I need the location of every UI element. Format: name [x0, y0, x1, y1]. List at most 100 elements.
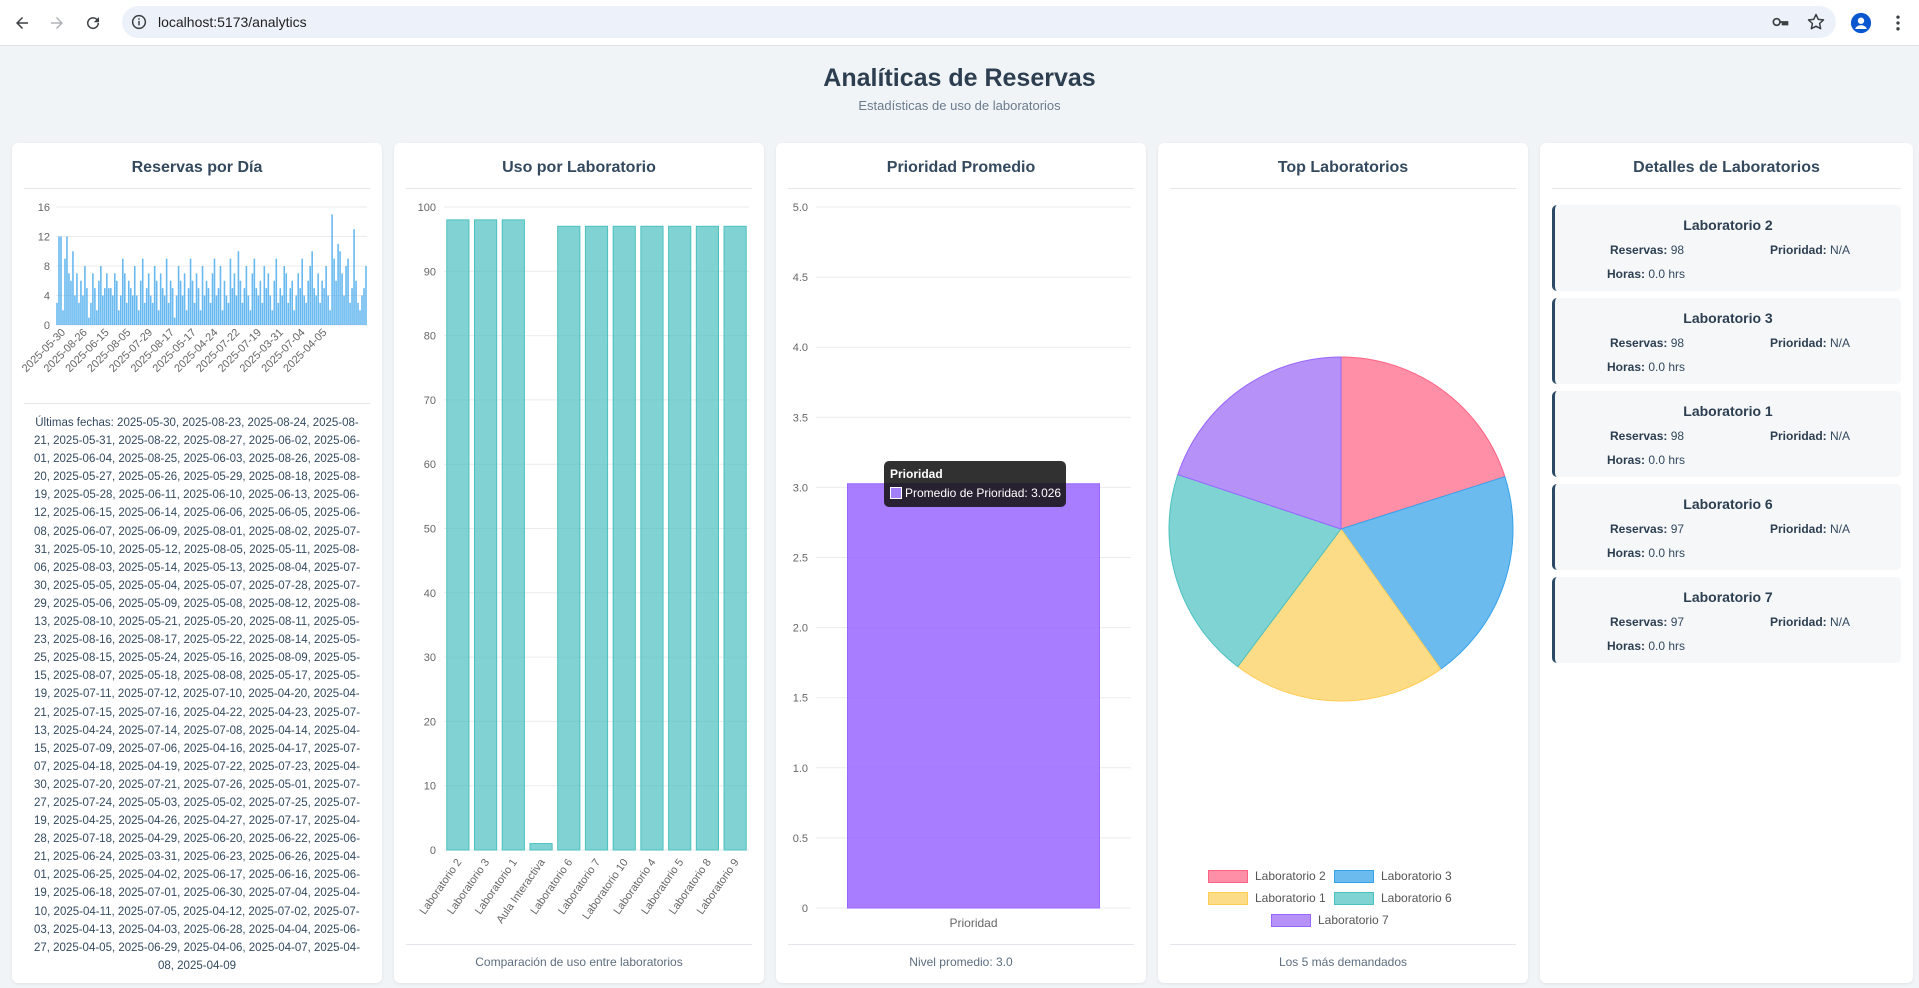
legend-swatch: [1334, 892, 1374, 905]
daily-bar: [155, 280, 158, 325]
daily-bar: [317, 273, 319, 325]
lab-usage-bar: [501, 219, 525, 851]
reservas-label: Reservas:: [1610, 429, 1668, 443]
daily-bar: [253, 258, 256, 325]
daily-bar: [359, 310, 361, 325]
daily-bar: [68, 273, 70, 325]
legend-label[interactable]: Laboratorio 1: [1255, 891, 1326, 905]
daily-bar: [179, 280, 182, 325]
legend-swatch: [1334, 870, 1374, 883]
daily-bar: [76, 273, 78, 325]
daily-bar: [191, 280, 194, 325]
daily-bar: [275, 258, 278, 325]
daily-bar: [349, 302, 351, 325]
address-bar[interactable]: localhost:5173/analytics: [122, 6, 1836, 38]
daily-bar: [297, 273, 300, 325]
lab-detail-item: Laboratorio 3 Reservas: 98 Prioridad: N/A H…: [1552, 298, 1901, 384]
daily-bar: [64, 258, 66, 325]
daily-bar: [60, 236, 62, 325]
y-tick-label: 80: [424, 331, 436, 343]
bookmark-star-icon[interactable]: [1806, 12, 1826, 32]
prioridad-value: N/A: [1830, 243, 1851, 257]
browser-toolbar: localhost:5173/analytics: [0, 0, 1919, 46]
daily-bar: [119, 295, 122, 325]
daily-bar: [201, 266, 204, 325]
daily-bar: [249, 310, 252, 325]
daily-bar: [225, 295, 228, 325]
lab-name: Laboratorio 2: [1683, 217, 1773, 233]
lab-usage-bar: [529, 843, 553, 851]
daily-bar: [231, 288, 234, 325]
daily-reservations-chart: 04812162025-05-302025-08-262025-06-15202…: [20, 202, 367, 375]
chart-tooltip: Prioridad Promedio de Prioridad: 3.026: [884, 461, 1066, 507]
daily-bar: [157, 310, 160, 325]
legend-label[interactable]: Laboratorio 7: [1318, 913, 1389, 927]
daily-bar: [181, 295, 184, 325]
daily-reservations-card: Reservas por Día 0 4 8 12 16 2025-05-30 2025-0…: [12, 143, 382, 983]
reservas-row: Reservas: 98: [1610, 336, 1684, 350]
priority-card: Prioridad Promedio 0 0.5 1.0 1.5 2.0 2.5 3.0 3.…: [776, 143, 1146, 983]
daily-bar: [102, 295, 104, 325]
forward-icon[interactable]: [45, 11, 69, 35]
daily-bar: [223, 280, 226, 325]
profile-avatar-icon[interactable]: [1848, 10, 1874, 36]
daily-bar: [135, 295, 138, 325]
top-labs-pie-chart: [1168, 356, 1514, 702]
legend-swatch: [1271, 914, 1311, 927]
daily-bar: [285, 273, 288, 325]
daily-bar: [205, 280, 208, 325]
daily-bar: [175, 295, 178, 325]
password-key-icon[interactable]: [1770, 12, 1790, 32]
lab-usage-bar: [668, 225, 692, 851]
daily-bar: [96, 310, 98, 325]
menu-kebab-icon[interactable]: [1885, 10, 1911, 36]
daily-bar: [169, 280, 172, 325]
page-title: Analíticas de Reservas: [823, 64, 1096, 92]
daily-bar: [235, 295, 238, 325]
back-icon[interactable]: [10, 11, 34, 35]
card-footer: Comparación de uso entre laboratorios: [406, 944, 752, 969]
daily-bar: [363, 288, 365, 325]
daily-bar: [239, 280, 242, 325]
y-tick-label: 40: [424, 588, 436, 600]
daily-bar: [72, 251, 74, 325]
daily-bar: [301, 258, 304, 325]
y-tick-label: 50: [424, 524, 436, 536]
horas-row: Horas: 0.0 hrs: [1607, 453, 1685, 467]
horas-row: Horas: 0.0 hrs: [1607, 546, 1685, 560]
priority-chart: 0 0.5 1.0 1.5 2.0 2.5 3.0 3.5 4.0 4.5 5.0 Prioridad: [793, 202, 1131, 930]
daily-bar: [114, 273, 116, 325]
daily-bar: [237, 251, 240, 325]
horas-label: Horas:: [1607, 453, 1646, 467]
daily-bar: [116, 280, 118, 325]
daily-bar: [351, 288, 353, 325]
daily-bar: [247, 295, 250, 325]
daily-bar: [173, 317, 176, 325]
site-info-icon[interactable]: [130, 13, 148, 31]
lab-usage-card: Uso por Laboratorio 0 10 20 30 40 50 60 70 80 90 1…: [394, 143, 764, 983]
daily-bar: [241, 302, 244, 325]
daily-bar: [183, 273, 186, 325]
daily-bar: [215, 295, 218, 325]
legend-label[interactable]: Laboratorio 3: [1381, 869, 1452, 883]
reservas-label: Reservas:: [1610, 615, 1668, 629]
daily-bar: [325, 266, 327, 325]
reservas-row: Reservas: 98: [1610, 429, 1684, 443]
daily-bar: [283, 266, 286, 325]
lab-detail-item: Laboratorio 2 Reservas: 98 Prioridad: N/A H…: [1552, 205, 1901, 291]
y-tick-label: 12: [38, 232, 50, 244]
daily-bar: [269, 295, 272, 325]
legend-swatch: [1208, 892, 1248, 905]
daily-bar: [345, 266, 347, 325]
top-labs-card: Top Laboratorios Laboratorio 2 Laboratori…: [1158, 143, 1528, 983]
legend-label[interactable]: Laboratorio 6: [1381, 891, 1452, 905]
reload-icon[interactable]: [81, 11, 105, 35]
daily-bar: [86, 288, 88, 325]
y-tick-label: 16: [38, 202, 50, 214]
daily-bar: [123, 273, 126, 325]
daily-bar: [100, 266, 102, 325]
legend-label[interactable]: Laboratorio 2: [1255, 869, 1326, 883]
prioridad-row: Prioridad: N/A: [1770, 243, 1850, 257]
daily-bar: [127, 280, 130, 325]
reservas-row: Reservas: 97: [1610, 522, 1684, 536]
